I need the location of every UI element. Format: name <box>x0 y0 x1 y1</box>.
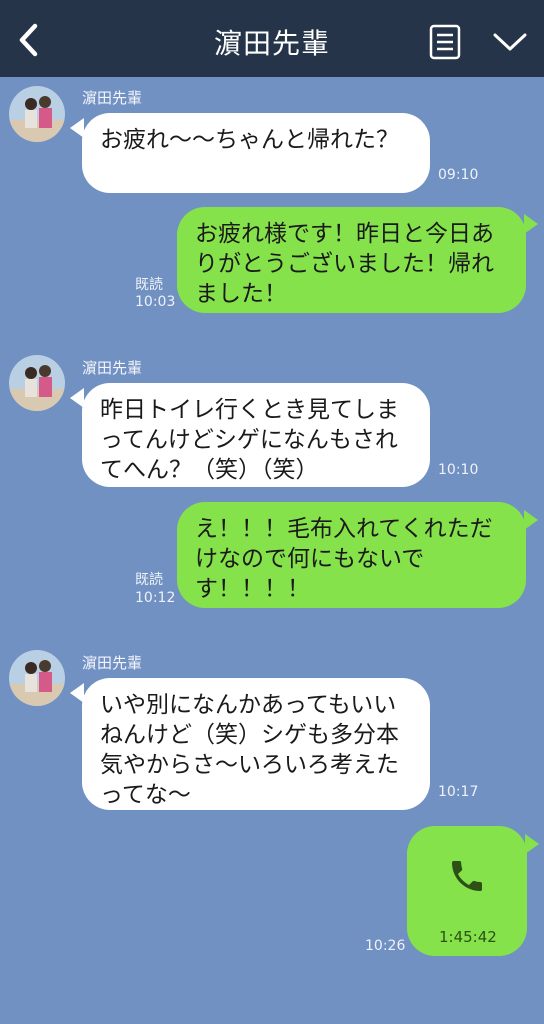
read-receipt: 既読 <box>135 572 163 588</box>
message-time: 10:12 <box>135 590 176 606</box>
avatar-photo-icon <box>9 86 65 142</box>
message-text: 昨日トイレ行くとき見てしまってんけどシゲになんもされてへん？（笑）（笑） <box>100 397 399 483</box>
message-bubble[interactable]: え！！！毛布入れてくれただけなので何にもないです！！！！ <box>177 502 526 608</box>
message-bubble[interactable]: お疲れ〜〜ちゃんと帰れた？ <box>82 113 430 193</box>
bubble-tail <box>524 214 538 234</box>
message-text: え！！！毛布入れてくれただけなので何にもないです！！！！ <box>195 516 493 602</box>
phone-icon <box>452 861 482 891</box>
avatar-photo-icon <box>9 355 65 411</box>
bubble-tail <box>525 834 539 854</box>
message-bubble[interactable]: 昨日トイレ行くとき見てしまってんけどシゲになんもされてへん？（笑）（笑） <box>82 383 430 487</box>
message-text: いや別になんかあってもいいねんけど（笑）シゲも多分本気やからさ〜いろいろ考えたっ… <box>100 692 399 808</box>
notes-icon <box>429 24 461 60</box>
avatar-photo-icon <box>9 650 65 706</box>
chevron-down-icon <box>493 33 527 51</box>
sender-name: 濵田先輩 <box>82 359 143 377</box>
message-text: お疲れ様です！昨日と今日ありがとうございました！帰れました！ <box>195 221 494 307</box>
notes-button[interactable] <box>423 20 467 64</box>
read-receipt: 既読 <box>135 277 163 293</box>
message-time: 10:17 <box>438 784 479 800</box>
dropdown-button[interactable] <box>488 20 532 64</box>
message-time: 10:26 <box>365 938 406 954</box>
chat-header: 濵田先輩 <box>0 0 544 77</box>
message-text: お疲れ〜〜ちゃんと帰れた？ <box>100 127 399 153</box>
message-time: 10:03 <box>135 294 176 310</box>
message-time: 10:10 <box>438 462 479 478</box>
sender-name: 濵田先輩 <box>82 89 143 107</box>
message-bubble[interactable]: いや別になんかあってもいいねんけど（笑）シゲも多分本気やからさ〜いろいろ考えたっ… <box>82 678 430 810</box>
message-time: 09:10 <box>438 167 479 183</box>
message-bubble[interactable]: お疲れ様です！昨日と今日ありがとうございました！帰れました！ <box>177 207 526 313</box>
call-bubble[interactable]: 1:45:42 <box>407 826 527 956</box>
avatar[interactable] <box>9 86 65 142</box>
avatar[interactable] <box>9 355 65 411</box>
bubble-tail <box>524 510 538 530</box>
avatar[interactable] <box>9 650 65 706</box>
call-duration: 1:45:42 <box>439 928 497 946</box>
sender-name: 濵田先輩 <box>82 654 143 672</box>
